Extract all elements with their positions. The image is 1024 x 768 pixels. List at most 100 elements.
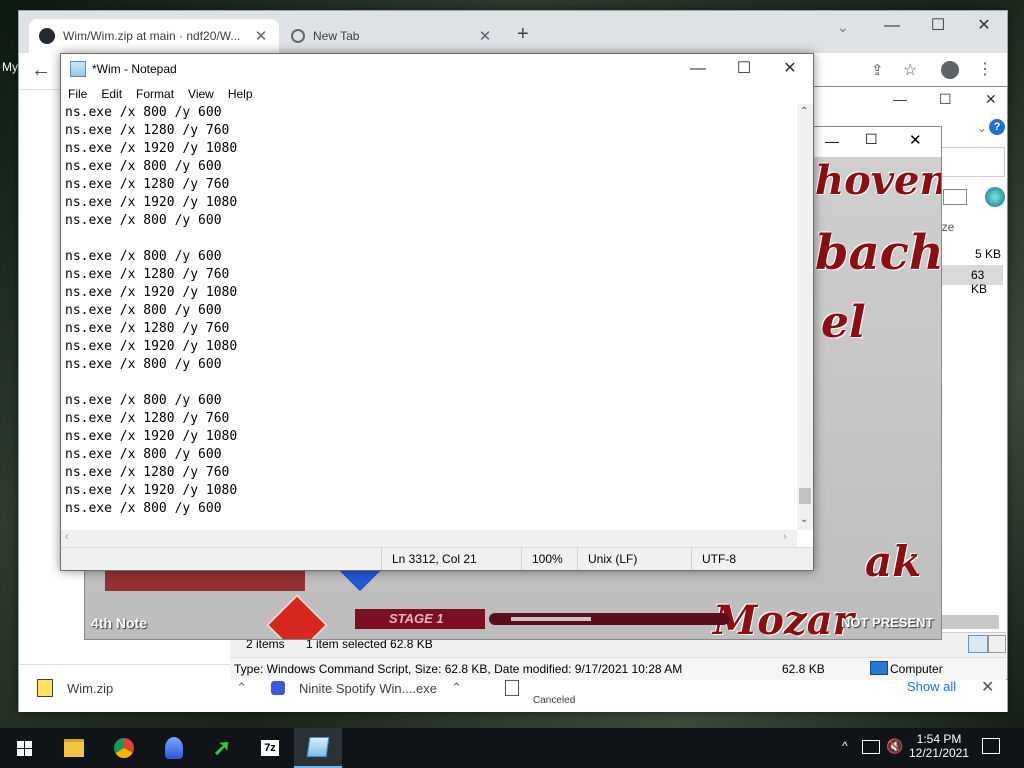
text-line: ns.exe /x 800 /y 600 (65, 357, 222, 372)
red-arrow-icon (265, 593, 329, 639)
notepad-window: *Wim - Notepad — ☐ ✕ File Edit Format Vi… (60, 53, 814, 571)
chevron-up-icon[interactable]: ⌃ (236, 680, 247, 696)
composer-text: hoven (815, 157, 941, 204)
library-icon[interactable] (985, 187, 1005, 207)
horizontal-scrollbar[interactable] (939, 615, 999, 629)
menu-format[interactable]: Format (129, 87, 181, 101)
network-icon[interactable] (862, 740, 880, 754)
scroll-thumb[interactable] (799, 488, 811, 504)
download-status: Canceled (533, 694, 576, 706)
help-icon[interactable]: ? (989, 119, 1005, 135)
notepad-titlebar[interactable]: *Wim - Notepad — ☐ ✕ (61, 54, 813, 84)
details-size: 62.8 KB (782, 662, 825, 676)
stage-badge: STAGE 1 (355, 609, 485, 629)
maximize-button[interactable]: ☐ (939, 91, 952, 108)
minimize-button[interactable]: — (893, 91, 907, 107)
desktop-icon-label[interactable]: My (2, 60, 18, 74)
menu-file[interactable]: File (61, 87, 94, 101)
volume-muted-icon[interactable]: 🔇 (886, 738, 903, 755)
text-line: ns.exe /x 1920 /y 1080 (65, 429, 238, 444)
close-button[interactable]: ✕ (767, 54, 813, 84)
encoding: UTF-8 (691, 548, 813, 570)
notepad-taskbar-icon[interactable] (294, 728, 342, 768)
close-button[interactable]: ✕ (985, 91, 997, 108)
details-bar: Type: Windows Command Script, Size: 62.8… (230, 657, 1006, 680)
close-button[interactable]: ✕ (961, 11, 1007, 41)
horizontal-scrollbar[interactable]: ‹ › (61, 530, 797, 547)
close-icon[interactable]: ✕ (477, 27, 493, 45)
7zip-icon[interactable]: 7z (246, 728, 294, 768)
chevron-down-icon[interactable]: ⌄ (977, 121, 987, 135)
location-label: Computer (890, 662, 943, 676)
scroll-left-icon[interactable]: ‹ (65, 531, 69, 543)
text-line: ns.exe /x 1280 /y 760 (65, 411, 230, 426)
text-line: ns.exe /x 800 /y 600 (65, 393, 222, 408)
download-item[interactable]: Wim.zip ⌃ (37, 665, 247, 711)
text-line: ns.exe /x 800 /y 600 (65, 303, 222, 318)
menu-help[interactable]: Help (221, 87, 260, 101)
share-icon[interactable]: ⇪ (871, 61, 884, 79)
not-present-label: NOT PRESENT (841, 615, 934, 630)
maximize-button[interactable]: ☐ (865, 131, 878, 148)
minimize-button[interactable]: — (869, 11, 915, 41)
composer-text: ak (865, 537, 922, 586)
taskbar: ➚ 7z ^ 🔇 1:54 PM 12/21/2021 (0, 728, 1024, 768)
minimize-button[interactable]: — (825, 133, 839, 149)
file-icon (505, 680, 519, 696)
github-icon (39, 28, 55, 44)
large-icons-view-icon[interactable] (988, 635, 1006, 653)
chrome-icon[interactable] (100, 728, 148, 768)
progress-track (489, 613, 729, 625)
text-line: ns.exe /x 1280 /y 760 (65, 123, 230, 138)
bookmark-star-icon[interactable]: ☆ (903, 60, 917, 80)
text-line: ns.exe /x 1280 /y 760 (65, 267, 230, 282)
scroll-down-icon[interactable]: ⌄ (800, 514, 808, 525)
composer-text: el (821, 297, 866, 348)
tab-new-tab[interactable]: New Tab ✕ (281, 19, 503, 53)
close-icon[interactable]: ✕ (981, 677, 994, 697)
browser-shell-icon[interactable] (150, 728, 198, 768)
details-text: Type: Windows Command Script, Size: 62.8… (234, 662, 683, 676)
text-line: ns.exe /x 800 /y 600 (65, 159, 222, 174)
menu-view[interactable]: View (181, 87, 221, 101)
tab-search-icon[interactable]: ⌄ (837, 19, 849, 36)
stage-label: STAGE 1 (389, 611, 444, 626)
download-name: Ninite Spotify Win....exe (299, 680, 437, 696)
maximize-button[interactable]: ☐ (915, 11, 961, 41)
progress-fill (511, 617, 591, 621)
view-pane-icon[interactable] (943, 189, 967, 205)
file-explorer-icon[interactable] (50, 728, 98, 768)
text-line: ns.exe /x 1280 /y 760 (65, 321, 230, 336)
show-all-link[interactable]: Show all (907, 679, 956, 694)
menu-kebab-icon[interactable]: ⋮ (977, 59, 993, 79)
menu-edit[interactable]: Edit (94, 87, 129, 101)
new-tab-button[interactable]: + (517, 23, 529, 46)
chevron-up-icon[interactable]: ^ (842, 739, 848, 753)
close-icon[interactable]: ✕ (253, 27, 269, 45)
minimize-button[interactable]: — (675, 54, 721, 84)
search-box[interactable] (941, 147, 1005, 177)
text-line: ns.exe /x 1280 /y 760 (65, 465, 230, 480)
vertical-scrollbar[interactable]: ⌃ ⌄ (797, 104, 813, 530)
ninite-icon (271, 681, 285, 695)
clock[interactable]: 1:54 PM 12/21/2021 (906, 732, 972, 760)
tab-github[interactable]: Wim/Wim.zip at main · ndf20/W... ✕ (29, 19, 279, 53)
details-view-icon[interactable] (968, 635, 988, 653)
action-center-icon[interactable] (982, 738, 1000, 754)
arrow-app-icon[interactable]: ➚ (198, 728, 246, 768)
close-button[interactable]: ✕ (909, 131, 922, 149)
selected-row[interactable]: 63 KB (941, 265, 1003, 296)
scroll-up-icon[interactable]: ⌃ (800, 106, 808, 117)
windows-start-icon[interactable] (0, 728, 48, 768)
text-line (65, 230, 797, 248)
text-line: ns.exe /x 800 /y 600 (65, 447, 222, 462)
chevron-up-icon[interactable]: ⌃ (451, 680, 462, 696)
text-editor[interactable]: ns.exe /x 800 /y 600 ns.exe /x 1280 /y 76… (61, 104, 797, 530)
text-line: ns.exe /x 800 /y 600 (65, 501, 222, 516)
chrome-tabstrip: Wim/Wim.zip at main · ndf20/W... ✕ New T… (19, 11, 1007, 53)
text-line: ns.exe /x 800 /y 600 (65, 249, 222, 264)
profile-avatar-icon[interactable] (941, 61, 959, 79)
scroll-right-icon[interactable]: › (783, 531, 787, 543)
back-icon[interactable]: ← (31, 59, 51, 82)
maximize-button[interactable]: ☐ (721, 54, 767, 84)
